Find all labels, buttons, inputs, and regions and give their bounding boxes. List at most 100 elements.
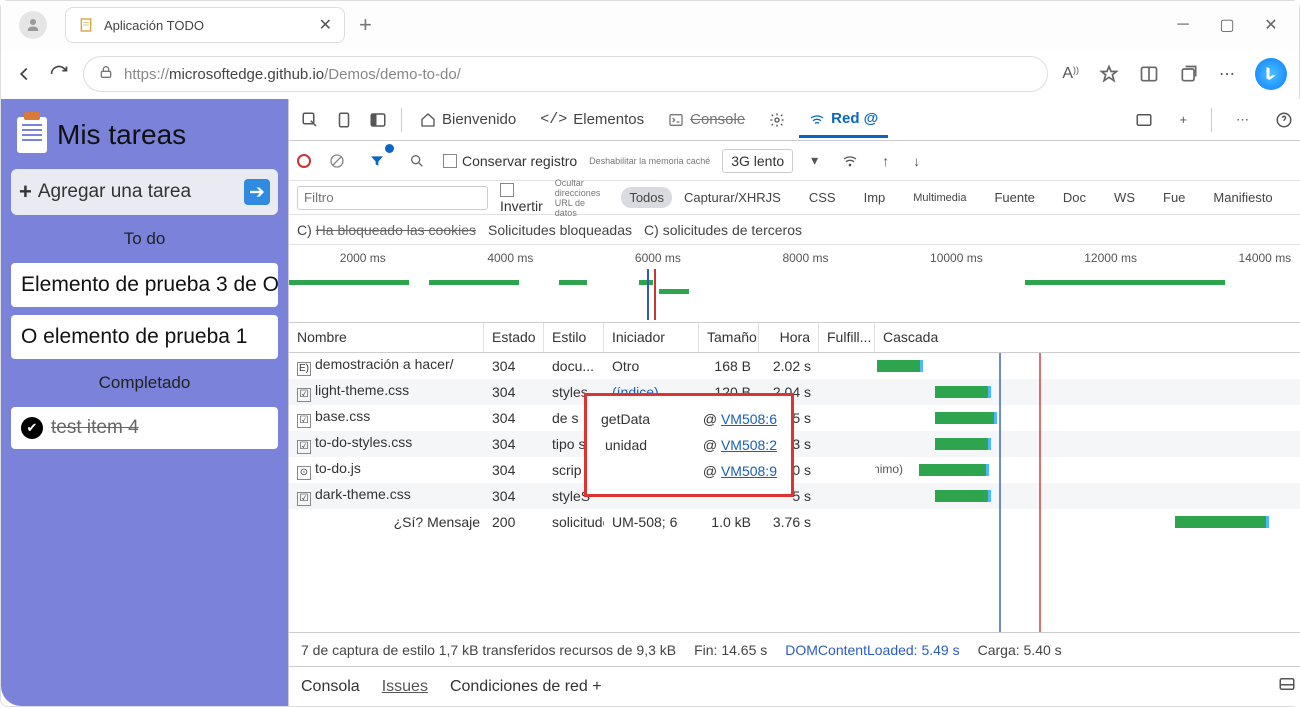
devtools-panel: Bienvenido </>Elementos Console Red @ + … [288,99,1300,706]
drawer-tabs: Consola Issues Condiciones de red + [289,666,1300,706]
tab-title: Aplicación TODO [104,18,309,33]
upload-icon[interactable]: ↑ [876,147,895,175]
tick: 6000 ms [635,251,681,265]
type-img[interactable]: Imp [856,187,894,208]
type-font[interactable]: Fuente [986,187,1042,208]
tab-welcome[interactable]: Bienvenido [410,103,526,136]
blocked-cookies[interactable]: C) Ha bloqueado las cookies [297,222,476,238]
type-other[interactable]: Otro [1293,187,1300,208]
favorite-icon[interactable] [1099,64,1119,84]
finish-time: Fin: 14.65 s [694,642,767,658]
collections-icon[interactable] [1179,64,1199,84]
inspect-icon[interactable] [295,105,325,135]
type-manifest[interactable]: Manifiesto [1205,187,1280,208]
preserve-log-checkbox[interactable]: Conservar registro [443,153,577,169]
device-icon[interactable] [329,105,359,135]
chevron-down-icon[interactable]: ▾ [805,146,824,175]
filter-input[interactable] [297,186,488,210]
done-item-label: test item 4 [51,417,139,439]
dock-icon[interactable] [363,105,393,135]
type-doc[interactable]: Doc [1055,187,1094,208]
stack-link[interactable]: VM508:9 [721,463,777,479]
col-waterfall[interactable]: Cascada [875,323,1300,352]
table-row[interactable]: ⊙to-do.js304scrip0 s(anónimo) [289,457,1300,483]
maximize-icon[interactable]: ▢ [1219,17,1235,33]
col-name[interactable]: Nombre [289,323,484,352]
timeline-overview[interactable]: 2000 ms 4000 ms 6000 ms 8000 ms 10000 ms… [289,245,1300,323]
type-fetch[interactable]: Capturar/XHRJS [676,187,789,208]
third-party[interactable]: C) solicitudes de terceros [644,222,802,238]
table-row[interactable]: ¿Sí? Mensaje200solicitudesUM-508; 61.0 k… [289,509,1300,535]
drawer-issues[interactable]: Issues [382,678,428,696]
table-row[interactable]: E)demostración a hacer/304docu...Otro168… [289,353,1300,379]
close-icon[interactable]: ✕ [319,15,332,35]
submit-button[interactable]: ➔ [244,179,270,205]
done-item[interactable]: ✔ test item 4 [11,407,278,449]
type-all[interactable]: Todos [621,187,672,208]
drawer-console[interactable]: Consola [301,678,360,696]
table-row[interactable]: ☑to-do-styles.css304tipo s3 s [289,431,1300,457]
drawer-dock-icon[interactable] [1278,675,1296,698]
table-row[interactable]: ☑dark-theme.css304styleS5 s [289,483,1300,509]
tab-sources[interactable] [759,104,795,136]
stack-link[interactable]: VM508:6 [721,411,777,427]
blocked-bar: C) Ha bloqueado las cookies Solicitudes … [289,215,1300,245]
close-window-icon[interactable]: ✕ [1263,17,1279,33]
network-toolbar: Conservar registro Deshabilitar la memor… [289,141,1300,181]
record-button[interactable] [297,154,311,168]
search-icon[interactable] [403,147,431,175]
more-tools-icon[interactable]: ⋯ [1230,106,1255,134]
read-aloud-icon[interactable]: A)) [1062,65,1079,83]
add-task-input[interactable]: + Agregar una tarea ➔ [11,169,278,215]
col-initiator[interactable]: Iniciador [604,323,699,352]
requests-summary: 7 de captura de estilo 1,7 kB transferid… [301,642,676,658]
minimize-icon[interactable]: ─ [1175,17,1191,33]
col-status[interactable]: Estado [484,323,544,352]
clear-icon[interactable] [323,147,351,175]
throttling-select[interactable]: 3G lento [722,149,793,173]
address-bar: https://microsoftedge.github.io/Demos/de… [1,49,1299,99]
add-tab-icon[interactable]: + [1173,106,1193,133]
filter-toggle[interactable] [363,147,391,175]
split-screen-icon[interactable] [1139,64,1159,84]
col-fulfill[interactable]: Fulfill... [819,323,875,352]
todo-item[interactable]: Elemento de prueba 3 de O [11,263,278,307]
type-css[interactable]: CSS [801,187,844,208]
type-media[interactable]: Multimedia [905,189,974,207]
todo-item[interactable]: O elemento de prueba 1 [11,315,278,359]
type-ws[interactable]: WS [1106,187,1143,208]
help-icon[interactable] [1269,105,1299,135]
table-row[interactable]: ☑base.css304de s5 s [289,405,1300,431]
disable-cache-label[interactable]: Deshabilitar la memoria caché [589,156,710,166]
new-tab-button[interactable]: + [359,12,372,38]
invert-checkbox[interactable]: Invertir [500,182,543,214]
hide-data-urls[interactable]: Ocultar direcciones URL de datos [555,178,610,218]
add-task-label: Agregar una tarea [38,181,191,203]
window-controls: ─ ▢ ✕ [1175,17,1291,33]
section-done: Completado [11,367,278,399]
blocked-requests[interactable]: Solicitudes bloqueadas [488,222,632,238]
drawer-network-conditions[interactable]: Condiciones de red + [450,678,602,696]
back-button[interactable] [13,63,35,85]
app-title: Mis tareas [57,119,186,151]
browser-tab[interactable]: Aplicación TODO ✕ [65,7,345,43]
url-input[interactable]: https://microsoftedge.github.io/Demos/de… [83,56,1048,92]
bing-icon[interactable] [1255,58,1287,90]
tab-network[interactable]: Red @ [799,102,888,138]
download-icon[interactable]: ↓ [907,147,926,175]
col-time[interactable]: Hora [759,323,819,352]
tick: 4000 ms [487,251,533,265]
table-header: Nombre Estado Estilo Iniciador Tamaño Ho… [289,323,1300,353]
stack-link[interactable]: VM508:2 [721,437,777,453]
col-type[interactable]: Estilo [544,323,604,352]
refresh-button[interactable] [49,64,69,84]
col-size[interactable]: Tamaño [699,323,759,352]
more-icon[interactable]: ⋯ [1219,64,1235,84]
tab-elements[interactable]: </>Elementos [530,103,654,136]
type-wasm[interactable]: Fue [1155,187,1193,208]
wifi-icon[interactable] [836,147,864,175]
table-row[interactable]: ☑light-theme.css304styles...(índice)120 … [289,379,1300,405]
profile-avatar[interactable] [19,11,47,39]
panel-icon[interactable] [1129,105,1159,135]
tab-console[interactable]: Console [658,103,755,136]
